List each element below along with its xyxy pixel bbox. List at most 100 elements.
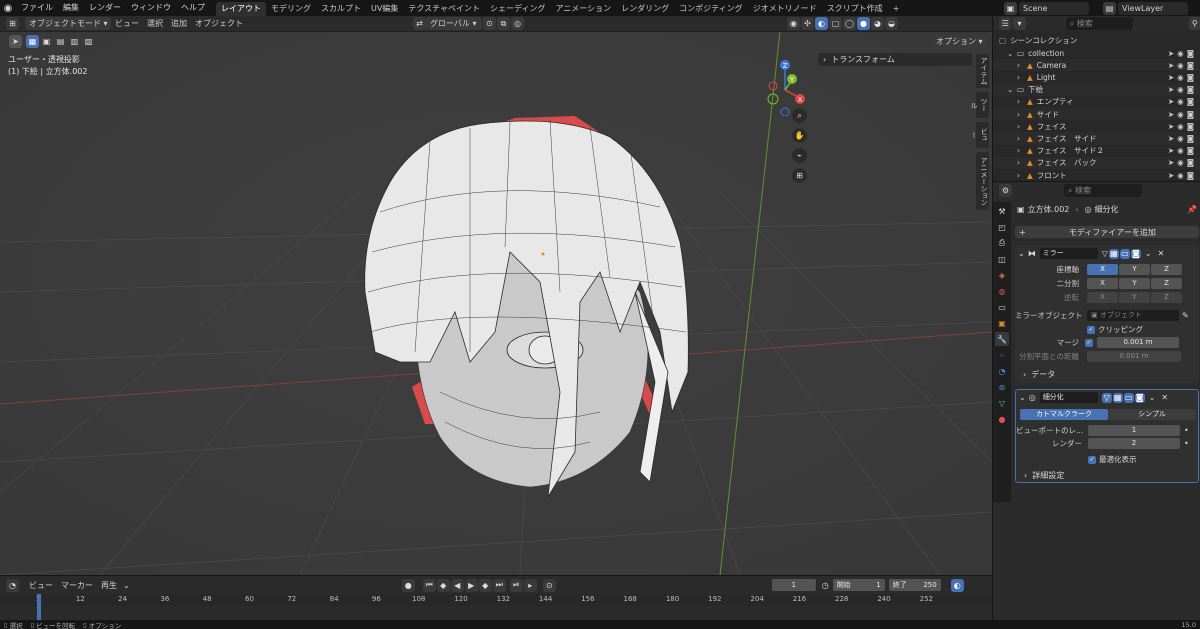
play-frame-step-icon[interactable]: ⏯: [509, 578, 523, 592]
visibility-toggles-icon[interactable]: ➤◉◙: [1168, 134, 1197, 143]
tab-layout[interactable]: レイアウト: [216, 2, 266, 16]
start-frame-field[interactable]: 開始 1: [832, 579, 885, 591]
catmull-clark-toggle[interactable]: カトマルクラーク: [1020, 409, 1108, 420]
outliner-row[interactable]: › ▲ フェイス サイド ➤◉◙: [993, 132, 1200, 145]
render-tab-icon[interactable]: ◰: [995, 220, 1009, 234]
viewport-toggle-icon[interactable]: ▭: [1123, 392, 1134, 403]
remove-modifier-icon[interactable]: ✕: [1158, 249, 1165, 258]
menu-select[interactable]: 選択: [143, 17, 167, 30]
timeline-overlay-icon[interactable]: ◐: [950, 578, 964, 592]
play-reverse-icon[interactable]: ◀: [450, 578, 464, 592]
rendered-shading-icon[interactable]: ◒: [885, 17, 898, 30]
zoom-icon[interactable]: ⌕: [792, 108, 807, 123]
expand-chevron-icon[interactable]: ⌄: [1007, 85, 1015, 94]
viewport-toggle-icon[interactable]: ▭: [1119, 248, 1130, 259]
outliner-row[interactable]: › ▲ Camera ➤◉◙: [993, 59, 1200, 72]
visibility-toggles-icon[interactable]: ➤◉◙: [1168, 61, 1197, 70]
select-box-icon[interactable]: ▦: [26, 35, 39, 48]
flip-x-toggle[interactable]: X: [1087, 292, 1118, 303]
outliner-row[interactable]: › ▲ Light ➤◉◙: [993, 71, 1200, 84]
solid-shading-icon[interactable]: ●: [857, 17, 870, 30]
viewport-levels-field[interactable]: 1: [1088, 425, 1180, 436]
tab-animation[interactable]: アニメーション: [550, 2, 616, 16]
collapse-chevron-icon[interactable]: ⌄: [1019, 393, 1026, 402]
visibility-toggles-icon[interactable]: ➤◉◙: [1168, 110, 1197, 119]
expand-chevron-icon[interactable]: ⌄: [1007, 49, 1015, 58]
expand-chevron-icon[interactable]: ›: [1017, 122, 1025, 131]
perspective-toggle-icon[interactable]: ⊞: [792, 168, 807, 183]
remove-modifier-icon[interactable]: ✕: [1161, 393, 1168, 402]
outliner-row[interactable]: › ▲ フェイス サイド２ ➤◉◙: [993, 144, 1200, 157]
mirror-object-field[interactable]: ▣ オブジェクト: [1087, 310, 1179, 321]
auto-key-icon[interactable]: ●: [401, 578, 415, 592]
visibility-toggles-icon[interactable]: ➤◉◙: [1168, 122, 1197, 131]
visibility-toggles-icon[interactable]: ➤◉◙: [1168, 171, 1197, 180]
optimal-display-checkbox[interactable]: ✓: [1088, 455, 1096, 464]
scene-field[interactable]: Scene: [1019, 1, 1089, 15]
menu-edit[interactable]: 編集: [58, 0, 84, 16]
clipping-checkbox[interactable]: ✓: [1087, 325, 1095, 334]
axis-z-toggle[interactable]: Z: [1151, 264, 1182, 275]
collapse-chevron-icon[interactable]: ⌄: [1018, 249, 1025, 258]
playhead[interactable]: [37, 594, 41, 622]
menu-timeline-view[interactable]: ビュー: [25, 579, 57, 592]
axis-x-toggle[interactable]: X: [1087, 264, 1118, 275]
3d-viewport[interactable]: ⊞ オブジェクトモード ▾ ビュー 選択 追加 オブジェクト ⇄ グローバル ▾…: [0, 16, 992, 575]
mode-selector[interactable]: オブジェクトモード ▾: [25, 17, 111, 30]
dropdown-icon[interactable]: ⌄: [1149, 393, 1156, 402]
dropdown-icon[interactable]: ⌄: [1145, 249, 1152, 258]
material-tab-icon[interactable]: ●: [995, 412, 1009, 426]
tab-modeling[interactable]: モデリング: [266, 2, 316, 16]
output-tab-icon[interactable]: ⎙: [995, 236, 1009, 250]
menu-window[interactable]: ウィンドウ: [126, 0, 176, 16]
view-layer-icon[interactable]: ▤: [1103, 1, 1116, 15]
expand-chevron-icon[interactable]: ›: [1017, 73, 1025, 82]
select-subtract-icon[interactable]: ▤: [54, 35, 67, 48]
play-icon[interactable]: ▶: [464, 578, 478, 592]
tool-tab-icon[interactable]: ⚒: [995, 204, 1009, 218]
render-toggle-icon[interactable]: ◙: [1130, 248, 1141, 259]
scene-tab-icon[interactable]: ◈: [995, 268, 1009, 282]
edit-mode-toggle-icon[interactable]: ▽: [1102, 249, 1108, 258]
menu-view[interactable]: ビュー: [111, 17, 143, 30]
mirror-name-field[interactable]: ミラー: [1039, 248, 1098, 259]
jump-keyframe-forward-icon[interactable]: ◆: [478, 578, 492, 592]
advanced-subpanel-header[interactable]: › 詳細設定: [1024, 470, 1064, 481]
modifier-tab-icon[interactable]: 🔧: [995, 332, 1009, 346]
step-forward-icon[interactable]: ▸: [523, 578, 537, 592]
select-tool-icon[interactable]: ➤: [9, 35, 22, 48]
timeline-ruler[interactable]: 1122436486072849610812013214415616818019…: [0, 594, 992, 606]
visibility-toggles-icon[interactable]: ➤◉◙: [1168, 97, 1197, 106]
world-tab-icon[interactable]: ◍: [995, 284, 1009, 298]
data-tab-icon[interactable]: ▽: [995, 396, 1009, 410]
scene-icon[interactable]: ▣: [1004, 1, 1017, 15]
tab-shading[interactable]: シェーディング: [485, 2, 550, 16]
expand-chevron-icon[interactable]: ›: [1017, 146, 1025, 155]
tab-animation-side[interactable]: アニメーション: [976, 152, 989, 210]
outliner-row[interactable]: › ▲ フェイス ➤◉◙: [993, 120, 1200, 133]
camera-view-icon[interactable]: ⌁: [792, 148, 807, 163]
tab-rendering[interactable]: レンダリング: [616, 2, 674, 16]
snap-icon[interactable]: ⧉: [497, 17, 510, 30]
menu-playback[interactable]: 再生: [97, 579, 121, 592]
view-layer-tab-icon[interactable]: ◫: [995, 252, 1009, 266]
menu-help[interactable]: ヘルプ: [176, 0, 210, 16]
tab-scripting[interactable]: スクリプト作成: [822, 2, 888, 16]
outliner-row[interactable]: ⌄ ▭ collection ➤◉◙: [993, 47, 1200, 60]
collection-tab-icon[interactable]: ▭: [995, 300, 1009, 314]
visibility-toggles-icon[interactable]: ➤◉◙: [1168, 49, 1197, 58]
tab-sculpt[interactable]: スカルプト: [316, 2, 366, 16]
visibility-toggles-icon[interactable]: ➤◉◙: [1168, 158, 1197, 167]
pin-icon[interactable]: 📌: [1187, 205, 1197, 214]
pivot-icon[interactable]: ⊙: [483, 17, 496, 30]
expand-chevron-icon[interactable]: ›: [1017, 61, 1025, 70]
expand-chevron-icon[interactable]: ›: [1017, 134, 1025, 143]
outliner-row[interactable]: ⌄ ▭ 下絵 ➤◉◙: [993, 83, 1200, 96]
eyedropper-icon[interactable]: ✎: [1182, 311, 1189, 320]
particles-tab-icon[interactable]: ⁘: [995, 348, 1009, 362]
clock-icon[interactable]: ◷: [822, 581, 829, 590]
data-subpanel-header[interactable]: › データ: [1023, 369, 1055, 380]
options-button[interactable]: オプション ▾: [932, 35, 987, 48]
end-frame-field[interactable]: 終了 250: [888, 579, 941, 591]
object-tab-icon[interactable]: ▣: [995, 316, 1009, 330]
